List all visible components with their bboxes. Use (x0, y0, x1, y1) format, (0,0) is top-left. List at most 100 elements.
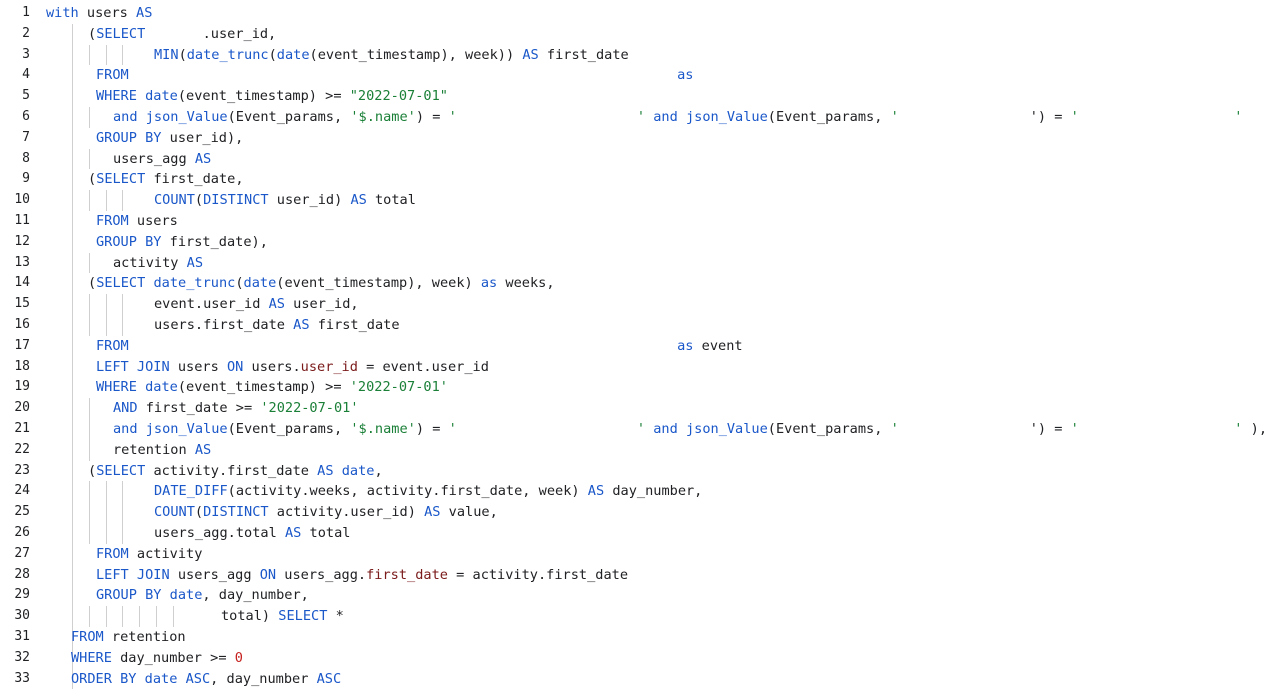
code-token: 0 (234, 649, 243, 666)
code-line[interactable]: FROM as event (96, 336, 743, 356)
indent-guide (72, 315, 73, 336)
line-number: 24 (14, 483, 30, 499)
code-line[interactable]: FROM retention (71, 627, 186, 647)
code-line[interactable]: (SELECT first_date, (88, 169, 244, 189)
line-number-gutter: 1 2 3 4 5 6 7 8 9 10 11 12 13 14 15 16 17 18 19 20 21 22 23 24 2… (0, 0, 34, 700)
code-token: first_date >= (137, 400, 261, 417)
code-line[interactable]: GROUP BY user_id), (96, 128, 243, 148)
code-token: AS (587, 483, 605, 500)
code-token: ) = (415, 109, 449, 125)
indent-guide (72, 65, 73, 87)
line-number: 18 (14, 358, 30, 374)
code-token: ( (88, 25, 97, 42)
code-line[interactable]: FROM users (96, 211, 178, 231)
indent-guide (88, 252, 90, 274)
code-token: activity.user_id) (268, 504, 425, 521)
code-line[interactable]: GROUP BY first_date), (96, 232, 268, 252)
code-token: json_Value (685, 109, 768, 125)
indent-guide (139, 606, 141, 627)
code-token: (event_timestamp), week)) (309, 46, 523, 63)
code-line[interactable]: DATE_DIFF(activity.weeks, activity.first… (154, 481, 702, 501)
code-token: LEFT JOIN (96, 566, 170, 583)
code-line[interactable]: (SELECT date_trunc(date(event_timestamp)… (88, 273, 555, 293)
code-token: user_id, (284, 296, 359, 313)
code-line[interactable]: WHERE date(event_timestamp) >= "2022-07-… (96, 86, 448, 106)
code-token: json_Value (685, 421, 768, 437)
code-line[interactable]: WHERE date(event_timestamp) >= '2022-07-… (96, 377, 448, 397)
code-line[interactable]: event.user_id AS user_id, (154, 294, 359, 314)
code-token: date (145, 379, 178, 396)
code-token: LEFT JOIN (96, 358, 170, 375)
code-line[interactable]: AND first_date >= '2022-07-01' (113, 398, 359, 418)
code-token: COUNT (154, 192, 195, 209)
code-token: MIN (154, 46, 179, 63)
code-line[interactable]: FROM as (96, 65, 693, 85)
code-line[interactable]: total) SELECT * (221, 606, 344, 626)
indent-guide (88, 419, 90, 440)
code-token: ') = (1029, 109, 1071, 125)
code-line[interactable]: activity AS (113, 253, 203, 273)
code-token: AS (522, 46, 539, 63)
code-token: DISTINCT (203, 192, 269, 209)
code-line[interactable]: (SELECT activity.first_date AS date, (88, 461, 383, 481)
indent-guide (88, 44, 90, 66)
line-number: 31 (14, 629, 30, 644)
code-line[interactable]: LEFT JOIN users_agg ON users_agg.first_d… (96, 565, 628, 585)
indent-guide (88, 606, 90, 627)
code-line[interactable]: (SELECT .user_id, (88, 24, 276, 44)
code-line[interactable]: with users AS (46, 3, 152, 23)
code-line[interactable]: ORDER BY date ASC, day_number ASC (71, 669, 341, 689)
code-token: WHERE (71, 649, 112, 666)
line-number: 28 (14, 566, 30, 582)
code-line[interactable]: COUNT(DISTINCT activity.user_id) AS valu… (154, 502, 498, 522)
indent-guide (105, 44, 107, 66)
code-line[interactable]: FROM activity (96, 544, 202, 564)
indent-guide (88, 439, 90, 461)
code-token: event (693, 337, 743, 354)
code-token: json_Value (145, 109, 228, 125)
code-line[interactable]: users_agg.total AS total (154, 523, 350, 543)
code-line[interactable]: GROUP BY date, day_number, (96, 585, 309, 605)
indent-guide (72, 107, 73, 128)
code-token: SELECT (96, 275, 146, 292)
code-token: ( (88, 171, 97, 188)
code-token: = activity.first_date (447, 566, 629, 583)
code-line[interactable]: WHERE day_number >= 0 (71, 648, 243, 668)
line-number: 29 (14, 587, 30, 603)
code-token: , day_number (210, 670, 317, 687)
indent-guide (72, 356, 73, 378)
code-token: total (301, 525, 351, 541)
indent-guide (105, 294, 107, 315)
code-line[interactable]: LEFT JOIN users ON users.user_id = event… (96, 357, 489, 377)
code-token: users_agg (169, 566, 260, 583)
code-token: user_id) (268, 192, 351, 209)
code-token: event.user_id (154, 296, 269, 313)
code-token: json_Value (145, 421, 228, 437)
code-token: COUNT (154, 504, 195, 521)
code-token: ( (88, 462, 97, 479)
code-line[interactable]: users.first_date AS first_date (154, 315, 400, 335)
indent-guide (88, 481, 90, 503)
code-token: as (480, 275, 498, 292)
code-line[interactable]: and json_Value(Event_params, '$.name') =… (113, 419, 1267, 439)
code-line[interactable]: and json_Value(Event_params, '$.name') =… (113, 107, 1243, 127)
sql-code-editor[interactable]: 1 2 3 4 5 6 7 8 9 10 11 12 13 14 15 16 17 18 19 20 21 22 23 24 2… (0, 0, 1280, 700)
code-token: date (169, 587, 203, 604)
code-line[interactable]: users_agg AS (113, 149, 211, 169)
code-token: and (113, 421, 138, 437)
code-line[interactable]: retention AS (113, 440, 211, 460)
code-line[interactable]: COUNT(DISTINCT user_id) AS total (154, 190, 416, 210)
indent-guide (156, 606, 157, 627)
indent-guide (88, 107, 90, 128)
line-number: 23 (14, 462, 30, 478)
code-line[interactable]: MIN(date_trunc(date(event_timestamp), we… (154, 45, 629, 65)
code-token: users (169, 358, 227, 375)
code-token: first_date), (161, 233, 268, 250)
code-token: FROM (96, 545, 129, 562)
indent-guide (72, 377, 73, 399)
line-number: 12 (14, 233, 30, 249)
